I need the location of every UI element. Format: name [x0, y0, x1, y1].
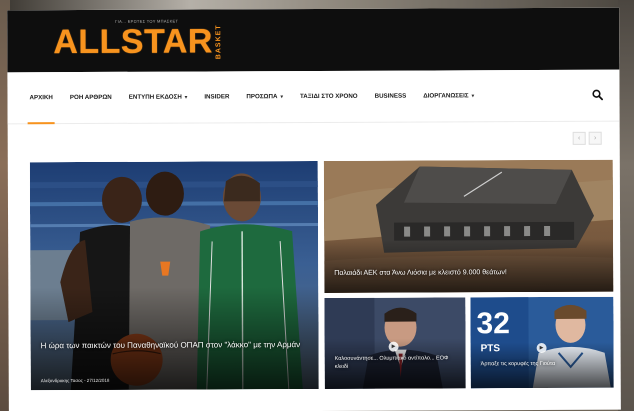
article-title[interactable]: Άρπαξε τις κορυφές της Γιούτα [481, 361, 606, 369]
nav-item-label: ΑΡΧΙΚΗ [29, 94, 53, 102]
nav-item-insider[interactable]: INSIDER [204, 71, 229, 123]
site-tagline: ΓΙΑ... ΕΡΩΤΕΣ ΤΟΥ ΜΠΑΣΚΕΤ [115, 18, 179, 24]
jersey-label: PTS [480, 343, 501, 355]
article-card-main[interactable]: Η ώρα των παικτών του Παναθηναϊκού ΟΠΑΠ … [29, 160, 319, 391]
site-header: ALLSTAR BASKET ΓΙΑ... ΕΡΩΤΕΣ ΤΟΥ ΜΠΑΣΚΕΤ [7, 7, 620, 73]
slider-prev-button[interactable]: ‹ [572, 131, 586, 145]
play-icon[interactable]: ▶ [536, 342, 547, 354]
article-image-players [29, 160, 319, 391]
main-navigation: ΑΡΧΙΚΗ ΡΟΗ ΑΡΘΡΩΝ ΕΝΤΥΠΗ ΕΚΔΟΣΗ ▾ INSIDE… [7, 69, 620, 125]
nav-item-label: ΔΙΟΡΓΑΝΩΣΕΙΣ [423, 92, 469, 100]
logo-subtext: BASKET [214, 24, 222, 60]
site-logo[interactable]: ALLSTAR BASKET [53, 22, 223, 62]
nav-item-home[interactable]: ΑΡΧΙΚΗ [29, 72, 53, 124]
webpage: ALLSTAR BASKET ΓΙΑ... ΕΡΩΤΕΣ ΤΟΥ ΜΠΑΣΚΕΤ… [7, 7, 621, 411]
nav-item-label: INSIDER [204, 93, 230, 101]
play-icon[interactable]: play-icon▶ [388, 341, 399, 352]
nav-item-label: ΤΑΞΙΔΙ ΣΤΟ ΧΡΟΝΟ [299, 92, 358, 101]
article-card-arena[interactable]: Παλαιάδι ΑΕΚ στα Άνω Λιόσια με κλειστό 9… [323, 159, 614, 293]
nav-item-tournaments[interactable]: ΔΙΟΡΓΑΝΩΣΕΙΣ ▾ [423, 70, 474, 122]
nav-item-articles-feed[interactable]: ΡΟΗ ΑΡΘΡΩΝ [70, 71, 112, 123]
article-meta: Αλεξανδρακης Τασος - 27/12/2018 [40, 377, 110, 384]
nav-item-label: ΡΟΗ ΑΡΘΡΩΝ [69, 93, 112, 102]
nav-item-label: ΕΝΤΥΠΗ ΕΚΔΟΣΗ [128, 93, 182, 101]
chevron-down-icon: ▾ [471, 92, 475, 99]
featured-articles-grid: Η ώρα των παικτών του Παναθηναϊκού ΟΠΑΠ … [29, 159, 614, 399]
nav-item-label: ΠΡΟΣΩΠΑ [246, 93, 278, 101]
chevron-right-icon: › [594, 134, 597, 142]
logo-text: ALLSTAR [53, 22, 213, 62]
slider-controls: ‹ › [572, 131, 602, 145]
chevron-down-icon: ▾ [184, 94, 188, 101]
chevron-left-icon: ‹ [578, 134, 581, 142]
article-card-coach[interactable]: play-icon▶ Καλοσυνάντησε... Ολυμπιακό αν… [324, 297, 466, 389]
article-title[interactable]: Καλοσυνάντησε... Ολυμπιακό αντίπαλο... Ε… [335, 355, 458, 371]
nav-item-people[interactable]: ΠΡΟΣΩΠΑ ▾ [246, 71, 283, 123]
nav-item-print-edition[interactable]: ΕΝΤΥΠΗ ΕΚΔΟΣΗ ▾ [129, 71, 188, 123]
slider-next-button[interactable]: › [588, 131, 602, 145]
article-title[interactable]: Η ώρα των παικτών του Παναθηναϊκού ΟΠΑΠ … [41, 339, 311, 351]
nav-item-label: BUSINESS [374, 92, 407, 100]
nav-item-business[interactable]: BUSINESS [375, 70, 407, 122]
article-card-player[interactable]: 32 PTS ▶ Άρπαξε τις κορυφές της Γιούτα [470, 296, 614, 389]
jersey-number: 32 [476, 307, 510, 341]
search-icon[interactable] [591, 89, 604, 101]
chevron-down-icon: ▾ [280, 93, 283, 100]
nav-item-time-travel[interactable]: ΤΑΞΙΔΙ ΣΤΟ ΧΡΟΝΟ [300, 70, 358, 122]
article-title[interactable]: Παλαιάδι ΑΕΚ στα Άνω Λιόσια με κλειστό 9… [334, 268, 605, 279]
